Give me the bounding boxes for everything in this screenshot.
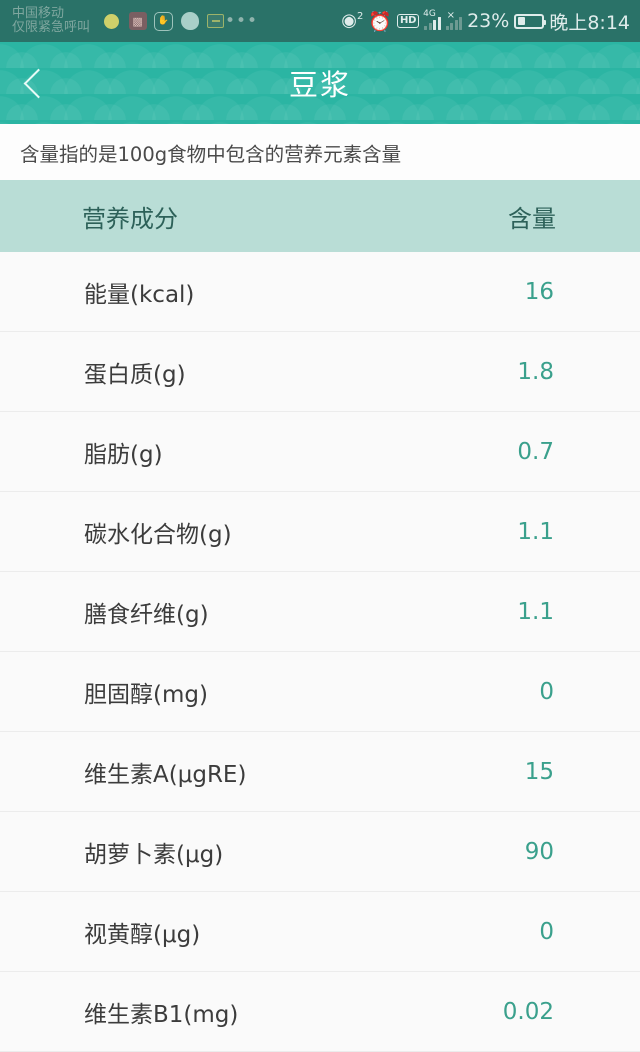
yellow-dot-icon <box>102 12 121 31</box>
hotspot-sim-count: 2 <box>356 11 364 22</box>
nutrient-name: 视黄醇(μg) <box>84 921 201 948</box>
nutrient-name: 膳食纤维(g) <box>84 601 209 628</box>
notification-icons: ▩ ✋ ••• <box>102 10 259 31</box>
table-row[interactable]: 碳水化合物(g) 1.1 <box>0 492 640 572</box>
nutrient-name: 维生素B1(mg) <box>84 1001 239 1028</box>
nutrient-value: 1.1 <box>517 598 554 625</box>
table-row[interactable]: 能量(kcal) 16 <box>0 252 640 332</box>
table-row[interactable]: 维生素A(μgRE) 15 <box>0 732 640 812</box>
nutrient-name: 碳水化合物(g) <box>84 521 232 548</box>
chevron-left-icon <box>23 68 54 98</box>
network-type-label: 4G <box>423 8 436 19</box>
table-row[interactable]: 胆固醇(mg) 0 <box>0 652 640 732</box>
nutrient-name: 维生素A(μgRE) <box>84 761 247 788</box>
nutrient-name: 胆固醇(mg) <box>84 681 208 708</box>
page-title: 豆浆 <box>288 68 351 102</box>
table-row[interactable]: 膳食纤维(g) 1.1 <box>0 572 640 652</box>
nutrition-table: 能量(kcal) 16 蛋白质(g) 1.8 脂肪(g) 0.7 碳水化合物(g) 1.1 膳食… <box>0 252 640 1052</box>
nutrient-name: 胡萝卜素(μg) <box>84 841 224 868</box>
table-header-row: 营养成分 含量 <box>0 180 640 252</box>
more-notifications-icon: ••• <box>224 10 259 31</box>
no-service-marker: × <box>446 9 455 21</box>
status-bar: 中国移动 仅限紧急呼叫 ▩ ✋ ••• ◉ 2 ⏰ HD 4G × 23% 晚上… <box>0 0 640 42</box>
table-row[interactable]: 维生素B1(mg) 0.02 <box>0 972 640 1052</box>
nutrient-value: 1.8 <box>517 358 554 385</box>
hotspot-icon: ◉ 2 <box>341 12 363 30</box>
info-note: 含量指的是100g食物中包含的营养元素含量 <box>0 124 640 180</box>
battery-icon <box>514 13 547 29</box>
nutrient-name: 脂肪(g) <box>84 441 163 468</box>
clock-label: 晚上8:14 <box>549 11 630 34</box>
carrier-info: 中国移动 仅限紧急呼叫 <box>12 5 91 35</box>
table-row[interactable]: 蛋白质(g) 1.8 <box>0 332 640 412</box>
column-header-content: 含量 <box>508 204 556 233</box>
column-header-nutrient: 营养成分 <box>82 204 178 233</box>
carrier-name: 中国移动 <box>12 5 65 21</box>
alarm-clock-icon: ⏰ <box>368 10 393 33</box>
app-badge-icon: ▩ <box>128 12 147 31</box>
back-button[interactable] <box>0 42 72 124</box>
nutrient-value: 15 <box>524 758 554 785</box>
signal-strength-icon-1: 4G <box>423 8 441 30</box>
battery-percent-label: 23% <box>467 10 510 32</box>
table-row[interactable]: 胡萝卜素(μg) 90 <box>0 812 640 892</box>
carrier-emergency-text: 仅限紧急呼叫 <box>12 20 91 35</box>
nutrient-value: 90 <box>524 838 554 865</box>
nutrient-name: 能量(kcal) <box>84 281 195 308</box>
nutrient-value: 1.1 <box>517 518 554 545</box>
table-row[interactable]: 视黄醇(μg) 0 <box>0 892 640 972</box>
signal-strength-icon-2: × <box>445 9 463 30</box>
hd-badge-icon: HD <box>397 14 420 28</box>
hotspot-glyph: ◉ <box>341 10 357 31</box>
hexagon-icon: ✋ <box>154 11 174 31</box>
status-bar-right: ◉ 2 ⏰ HD 4G × 23% 晚上8:14 <box>341 8 630 35</box>
chat-bubble-icon <box>180 12 199 31</box>
table-row[interactable]: 脂肪(g) 0.7 <box>0 412 640 492</box>
nutrient-name: 蛋白质(g) <box>84 361 186 388</box>
nutrient-value: 0.7 <box>517 438 554 465</box>
app-bar: 豆浆 <box>0 42 640 124</box>
nutrient-value: 16 <box>524 278 554 305</box>
nutrient-value: 0 <box>539 918 554 945</box>
nutrient-value: 0 <box>539 678 554 705</box>
message-icon <box>206 12 225 31</box>
nutrient-value: 0.02 <box>502 998 554 1025</box>
